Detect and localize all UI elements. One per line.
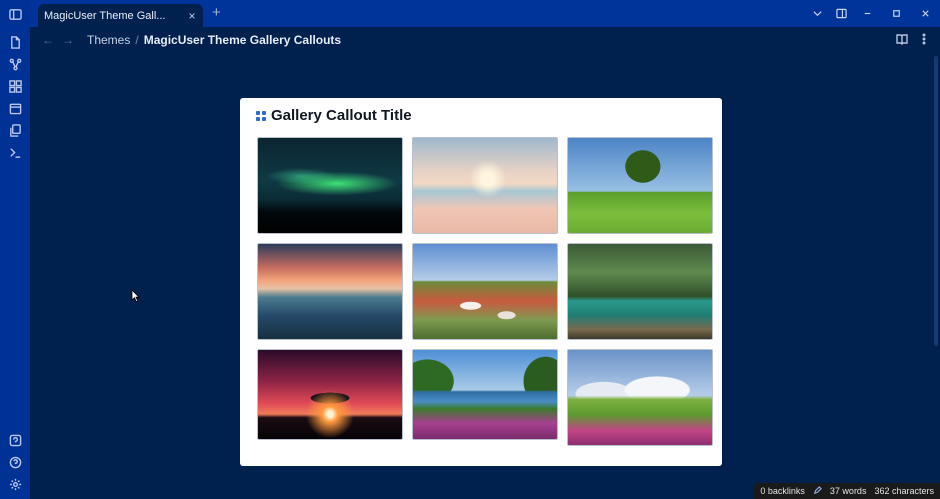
breadcrumb: Themes / MagicUser Theme Gallery Callouts (87, 33, 341, 47)
scrollbar[interactable] (934, 56, 938, 346)
tab-list-chevron-icon[interactable] (805, 0, 829, 27)
window-controls (805, 0, 940, 27)
canvas-icon[interactable] (8, 79, 22, 93)
callout-header: Gallery Callout Title (256, 107, 412, 124)
new-tab-icon[interactable]: + (212, 5, 221, 20)
copy-icon[interactable] (8, 123, 22, 137)
tab-close-icon[interactable]: × (187, 9, 197, 23)
callout-title: Gallery Callout Title (271, 107, 412, 124)
image-gallery (257, 137, 715, 446)
terminal-icon[interactable] (8, 145, 22, 159)
status-bar: 0 backlinks 37 words 362 characters (754, 483, 940, 499)
breadcrumb-separator: / (135, 33, 139, 47)
gallery-callout: Gallery Callout Title (240, 98, 722, 466)
lake-flowers-image[interactable] (412, 349, 558, 440)
right-sidebar-toggle-icon[interactable] (829, 0, 853, 27)
view-actions (896, 32, 930, 50)
nav-header: ← → Themes / MagicUser Theme Gallery Callo… (30, 27, 940, 53)
character-count: 362 characters (874, 486, 934, 496)
more-options-icon[interactable] (918, 32, 930, 50)
settings-icon[interactable] (8, 477, 22, 491)
help-icon[interactable] (8, 455, 22, 469)
breadcrumb-folder[interactable]: Themes (87, 33, 130, 47)
help-chat-icon[interactable] (8, 433, 22, 447)
aurora-night-sky-image[interactable] (257, 137, 403, 234)
lone-tree-field-image[interactable] (567, 137, 713, 234)
village-aerial-image[interactable] (412, 243, 558, 340)
forest-river-image[interactable] (567, 243, 713, 340)
mouse-cursor-icon (131, 289, 140, 303)
sidebar-toggle-icon[interactable] (8, 7, 22, 21)
maximize-icon[interactable] (882, 0, 911, 27)
snow-mountain-meadow-image[interactable] (567, 349, 713, 446)
tab-title: MagicUser Theme Gall... (44, 9, 166, 22)
backlinks-count[interactable]: 0 backlinks (760, 486, 805, 496)
edit-mode-icon[interactable] (813, 485, 822, 497)
gallery-grid-icon (256, 110, 266, 121)
calendar-icon[interactable] (8, 101, 22, 115)
breadcrumb-note-title[interactable]: MagicUser Theme Gallery Callouts (144, 33, 341, 47)
left-ribbon (0, 0, 30, 499)
word-count: 37 words (829, 486, 867, 496)
tab-bar: MagicUser Theme Gall... × + (30, 0, 940, 27)
back-arrow-icon[interactable]: ← (40, 33, 56, 47)
close-window-icon[interactable] (911, 0, 940, 27)
red-sky-tree-image[interactable] (257, 349, 403, 440)
minimize-icon[interactable] (853, 0, 882, 27)
forward-arrow-icon[interactable]: → (60, 33, 76, 47)
files-icon[interactable] (8, 35, 22, 49)
sunrise-beach-image[interactable] (412, 137, 558, 234)
graph-icon[interactable] (8, 57, 22, 71)
reading-view-icon[interactable] (896, 32, 908, 50)
tab-active-note[interactable]: MagicUser Theme Gall... × (38, 4, 203, 27)
cloudy-sunset-sea-image[interactable] (257, 243, 403, 340)
